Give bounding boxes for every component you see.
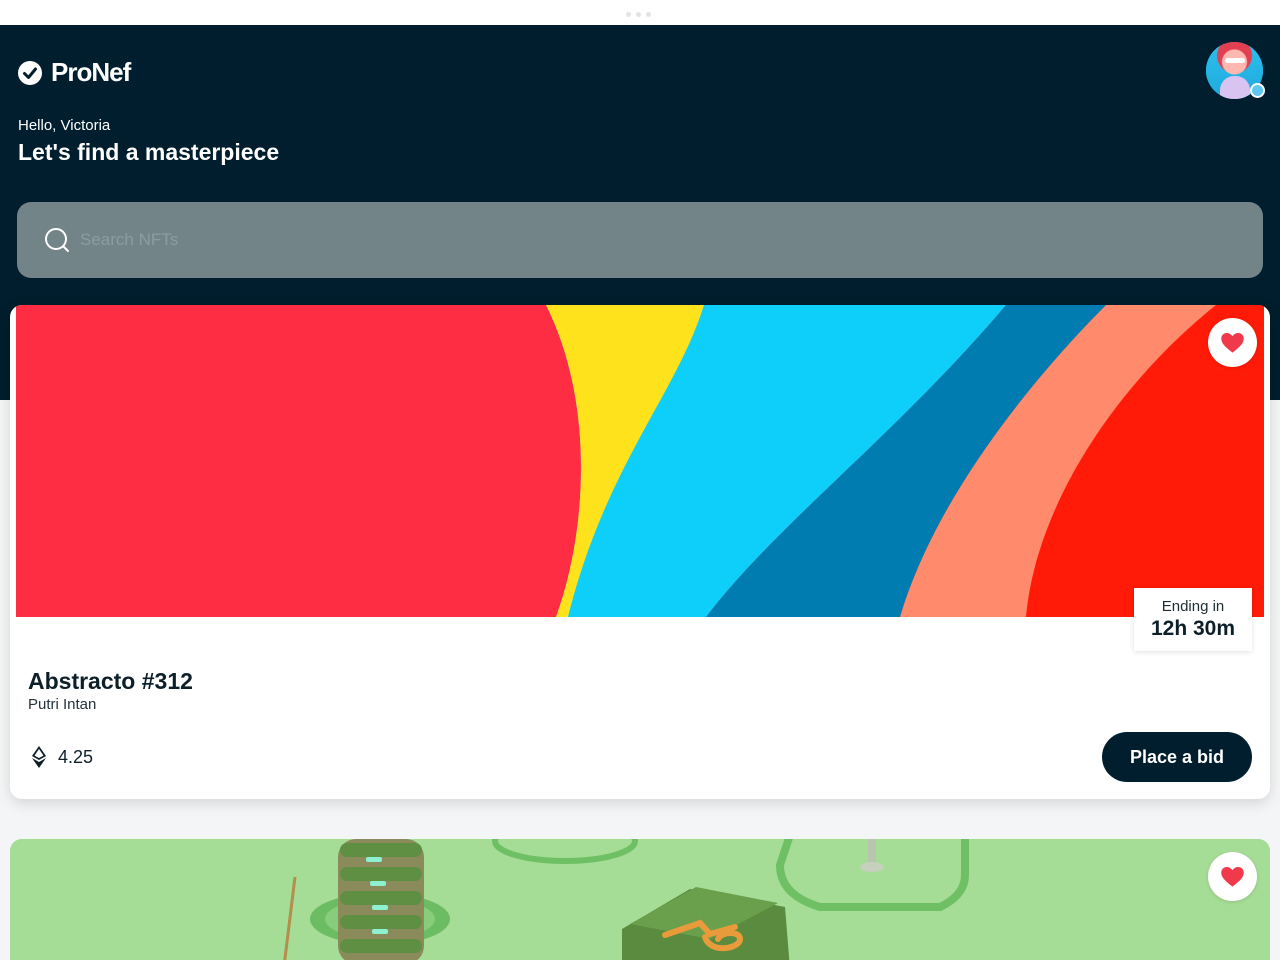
window-top-bar bbox=[0, 0, 1280, 25]
price-value: 4.25 bbox=[58, 746, 94, 767]
search-icon bbox=[45, 228, 69, 252]
heart-icon bbox=[1221, 332, 1244, 353]
nft-card[interactable]: Ending in 12h 30m Abstracto #312 Putri I… bbox=[10, 305, 1270, 799]
favorite-button[interactable] bbox=[1208, 852, 1257, 901]
nft-artist[interactable]: Putri Intan bbox=[28, 696, 96, 713]
nft-title[interactable]: Abstracto #312 bbox=[28, 668, 193, 695]
nft-artwork[interactable] bbox=[16, 305, 1264, 617]
greeting: Hello, Victoria bbox=[18, 117, 111, 134]
heart-icon bbox=[1221, 866, 1244, 887]
countdown-value: 12h 30m bbox=[1150, 617, 1236, 640]
check-badge-icon bbox=[18, 60, 42, 85]
place-bid-button[interactable]: Place a bid bbox=[1102, 732, 1252, 782]
avatar[interactable] bbox=[1206, 42, 1265, 99]
brand-name: ProNef bbox=[51, 57, 131, 87]
search-bar[interactable] bbox=[17, 202, 1263, 278]
verified-badge-icon bbox=[1250, 83, 1265, 98]
nft-card[interactable] bbox=[10, 839, 1270, 960]
logo[interactable]: ProNef bbox=[18, 57, 131, 88]
auction-countdown: Ending in 12h 30m bbox=[1134, 588, 1252, 651]
favorite-button[interactable] bbox=[1208, 318, 1257, 367]
ethereum-icon bbox=[32, 746, 46, 768]
nft-price: 4.25 bbox=[30, 745, 93, 769]
nft-artwork[interactable] bbox=[10, 839, 1270, 960]
search-input[interactable] bbox=[80, 230, 1180, 250]
countdown-label: Ending in bbox=[1161, 598, 1225, 615]
page-title: Let's find a masterpiece bbox=[18, 139, 280, 165]
window-handle[interactable] bbox=[626, 12, 651, 17]
